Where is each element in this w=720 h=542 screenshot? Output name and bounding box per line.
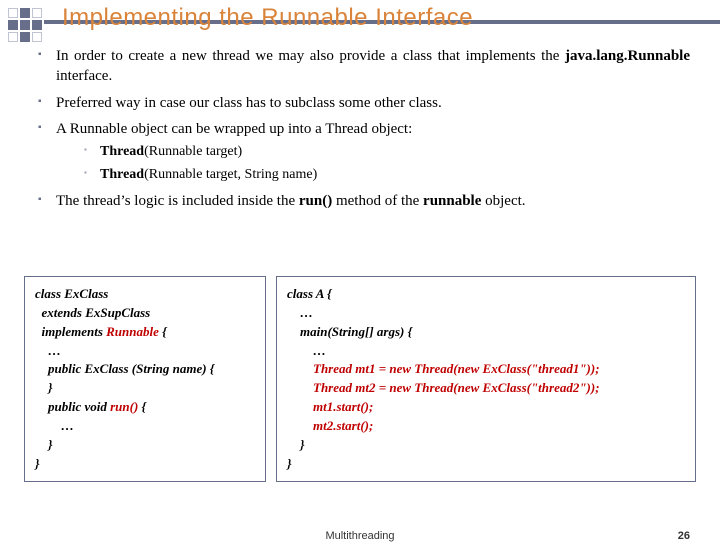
page-number: 26 bbox=[678, 530, 690, 542]
code-box-left: class ExClass extends ExSupClass impleme… bbox=[24, 276, 266, 482]
bullet-1: In order to create a new thread we may a… bbox=[38, 46, 690, 87]
bullet-4: The thread’s logic is included inside th… bbox=[38, 191, 690, 211]
slide-body: In order to create a new thread we may a… bbox=[38, 46, 690, 217]
code-row: class ExClass extends ExSupClass impleme… bbox=[24, 276, 696, 482]
corner-decoration bbox=[8, 8, 42, 42]
bullet-3: A Runnable object can be wrapped up into… bbox=[38, 119, 690, 185]
sub-bullet-2: Thread(Runnable target, String name) bbox=[84, 166, 690, 185]
sub-bullet-1: Thread(Runnable target) bbox=[84, 143, 690, 162]
slide-title: Implementing the Runnable Interface bbox=[62, 4, 473, 32]
footer-label: Multithreading bbox=[325, 530, 394, 542]
bullet-2: Preferred way in case our class has to s… bbox=[38, 93, 690, 113]
code-box-right: class A { … main(String[] args) { … Thre… bbox=[276, 276, 696, 482]
